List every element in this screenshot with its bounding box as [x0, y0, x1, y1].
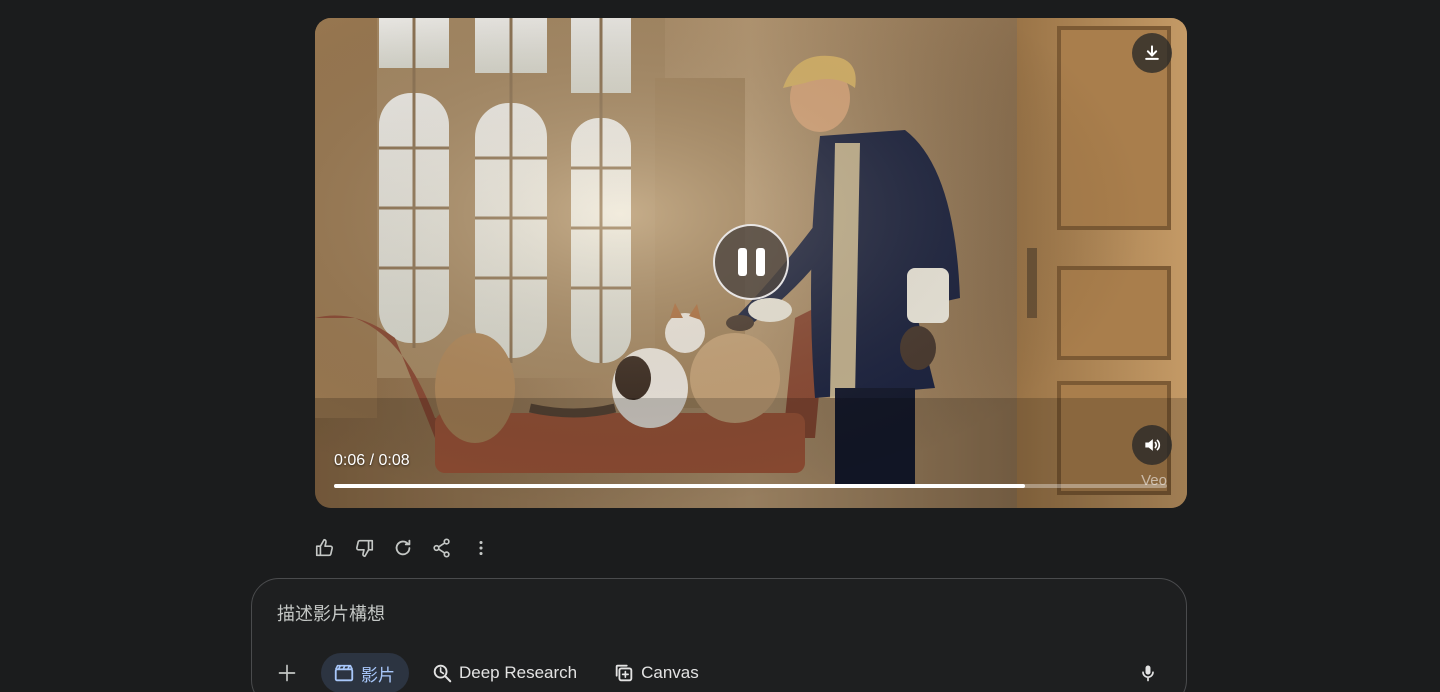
thumbs-up-button[interactable]: [313, 536, 337, 560]
plus-icon: [278, 664, 296, 682]
microphone-icon: [1142, 665, 1154, 682]
video-tool-chip[interactable]: 影片: [321, 653, 409, 692]
share-icon: [433, 538, 450, 558]
progress-bar[interactable]: [334, 484, 1167, 488]
download-button[interactable]: [1132, 33, 1172, 73]
video-tool-label: 影片: [361, 665, 395, 685]
prompt-box: 影片 Deep Research Canvas: [251, 578, 1187, 692]
progress-fill: [334, 484, 1026, 488]
deep-research-chip[interactable]: Deep Research: [417, 653, 591, 692]
deep-research-label: Deep Research: [459, 663, 578, 682]
pause-icon-bar: [755, 248, 765, 276]
thumbs-down-icon: [355, 539, 374, 558]
volume-button[interactable]: [1132, 425, 1172, 465]
canvas-icon: [615, 664, 633, 682]
volume-icon: [1145, 439, 1161, 451]
canvas-chip[interactable]: Canvas: [599, 653, 713, 692]
video-player[interactable]: 0:06 / 0:08 Veo: [315, 18, 1187, 508]
more-vertical-icon: [479, 540, 483, 556]
download-icon: [1145, 45, 1159, 60]
microphone-button[interactable]: [1136, 661, 1160, 685]
thumbs-down-button[interactable]: [352, 536, 376, 560]
clapperboard-icon: [334, 664, 354, 682]
veo-watermark: Veo: [1141, 472, 1167, 489]
response-actions: [313, 536, 493, 560]
share-button[interactable]: [430, 536, 454, 560]
add-button[interactable]: [274, 660, 300, 686]
more-options-button[interactable]: [469, 536, 493, 560]
time-display: 0:06 / 0:08: [334, 452, 410, 469]
deep-research-icon: [433, 664, 452, 683]
prompt-toolbar: 影片 Deep Research Canvas: [274, 652, 1164, 692]
thumbs-up-icon: [315, 538, 334, 557]
canvas-label: Canvas: [641, 663, 699, 682]
refresh-icon: [395, 539, 411, 556]
pause-button[interactable]: [713, 224, 789, 300]
pause-icon: [737, 248, 747, 276]
regenerate-button[interactable]: [391, 536, 415, 560]
prompt-input[interactable]: [277, 604, 1137, 625]
